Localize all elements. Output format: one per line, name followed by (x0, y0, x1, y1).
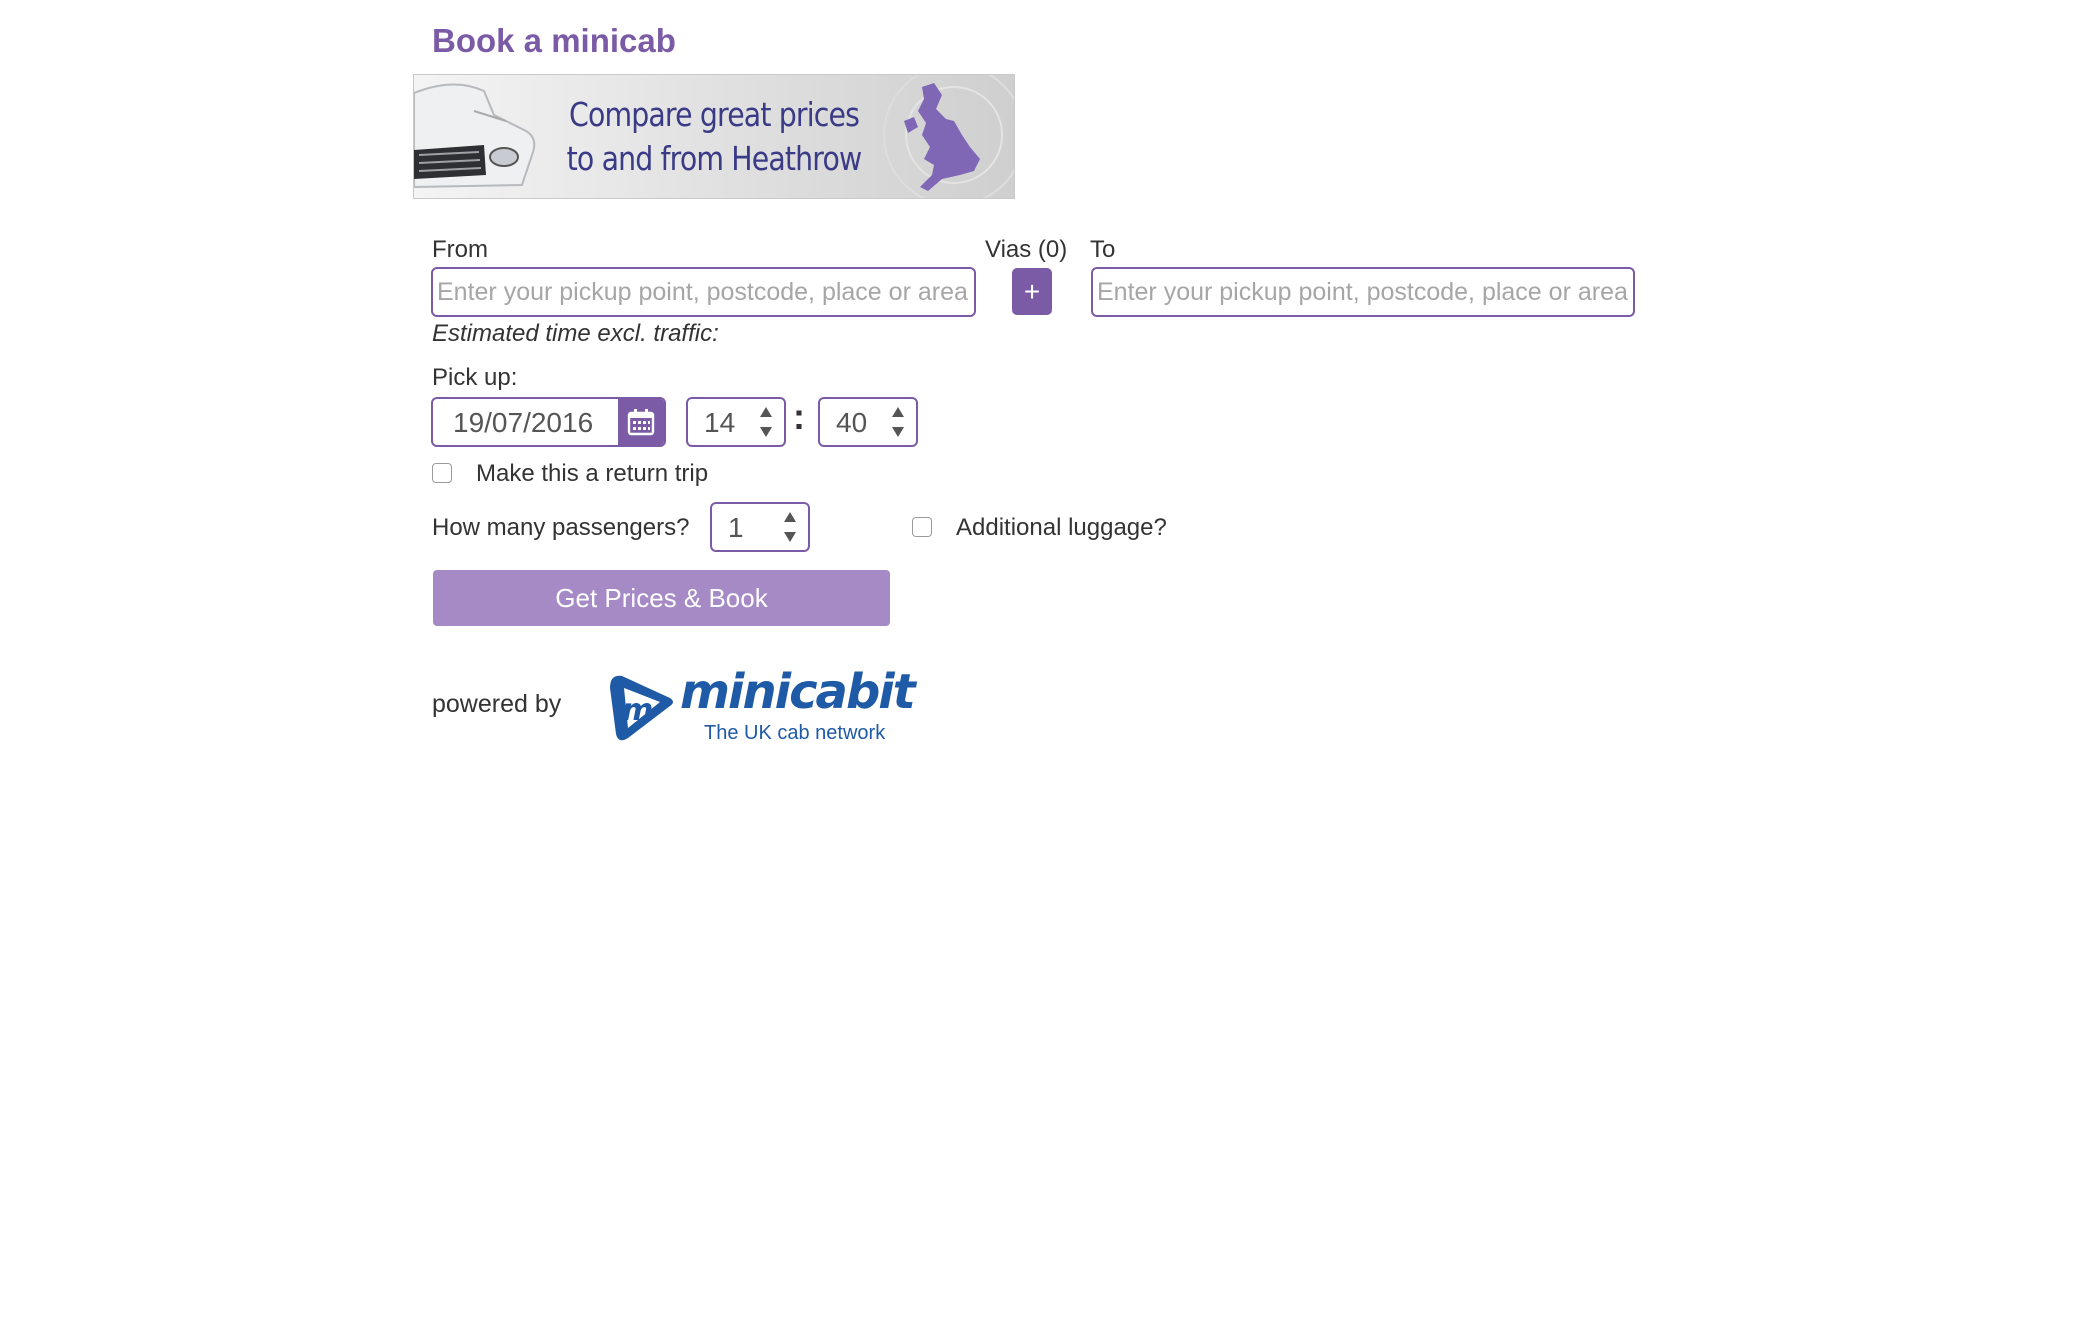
calendar-button[interactable] (618, 399, 664, 445)
estimated-time-note: Estimated time excl. traffic: (432, 320, 719, 347)
calendar-icon (627, 409, 655, 436)
pickup-label: Pick up: (432, 364, 518, 391)
return-trip-checkbox[interactable] (432, 463, 452, 483)
time-separator: : (793, 396, 805, 437)
hour-select[interactable]: 14 (686, 397, 786, 447)
passengers-value: 1 (728, 512, 744, 543)
to-input[interactable] (1091, 267, 1635, 317)
svg-text:m: m (622, 693, 653, 728)
luggage-label[interactable]: Additional luggage? (956, 514, 1167, 542)
to-label: To (1090, 236, 1116, 263)
spinner-arrows-icon (784, 512, 796, 542)
spinner-arrows-icon (892, 407, 904, 437)
passengers-select[interactable]: 1 (710, 502, 810, 552)
hour-value: 14 (704, 407, 736, 438)
heathrow-banner[interactable]: Compare great prices to and from Heathro… (413, 74, 1015, 199)
banner-line-2: to and from Heathrow (566, 139, 863, 178)
logo-tagline: The UK cab network (704, 722, 886, 744)
logo-word: minicabit (680, 664, 916, 720)
minicabit-logo-icon: m (610, 675, 673, 741)
vias-label: Vias (0) (985, 236, 1068, 263)
add-via-button[interactable]: + (1012, 268, 1052, 315)
pickup-date-value: 19/07/2016 (453, 407, 594, 438)
luggage-checkbox[interactable] (912, 517, 932, 537)
spinner-arrows-icon (760, 407, 772, 437)
passengers-label: How many passengers? (432, 514, 690, 541)
from-label: From (432, 236, 488, 263)
banner-text: Compare great prices to and from Heathro… (559, 93, 869, 181)
powered-by-text: powered by (432, 690, 562, 718)
get-prices-button[interactable]: Get Prices & Book (433, 570, 890, 626)
page-title: Book a minicab (432, 22, 676, 59)
from-input[interactable] (431, 267, 976, 317)
minicabit-logo[interactable]: m minicabit The UK cab network (608, 664, 916, 744)
minute-value: 40 (836, 407, 868, 438)
pickup-date-field[interactable]: 19/07/2016 (431, 397, 666, 447)
minute-select[interactable]: 40 (818, 397, 918, 447)
banner-line-1: Compare great prices (568, 95, 860, 134)
return-trip-label[interactable]: Make this a return trip (476, 460, 708, 488)
